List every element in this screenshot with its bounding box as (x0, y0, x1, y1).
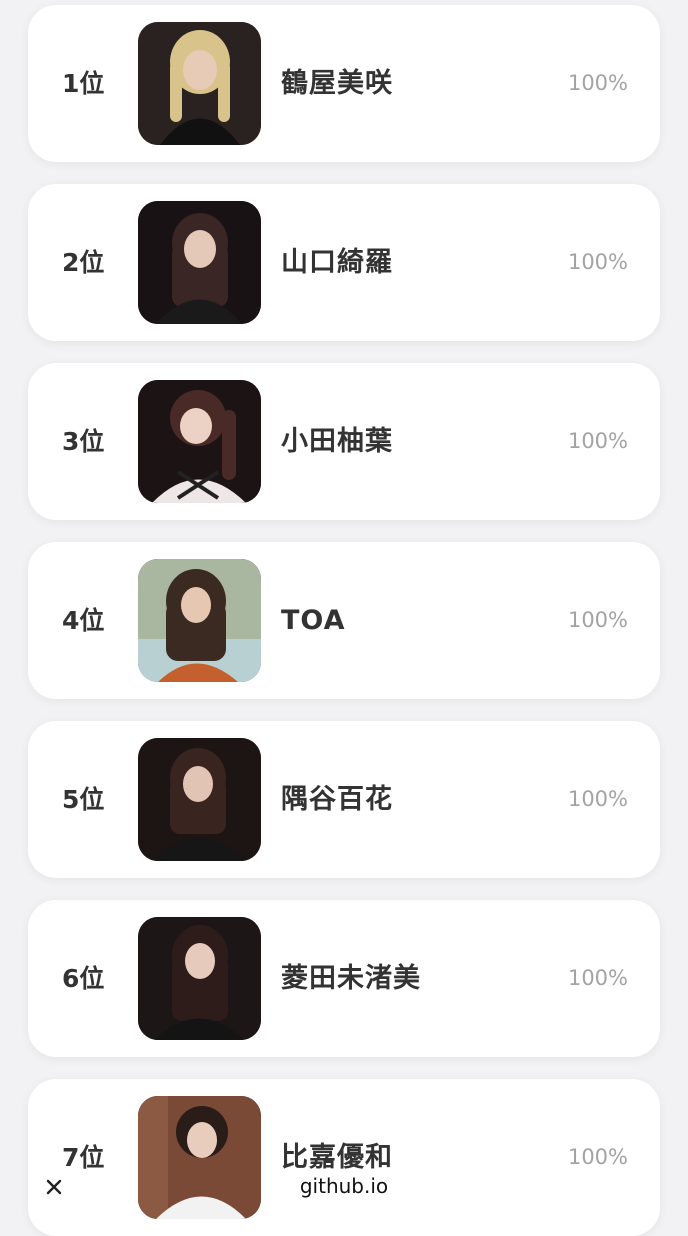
rank-label: 2位 (62, 248, 105, 277)
rank-label: 1位 (62, 69, 105, 98)
member-photo (138, 738, 261, 861)
close-button[interactable] (40, 1172, 68, 1200)
ranking-card-1[interactable]: 1位 鶴屋美咲 100% (28, 5, 660, 162)
ranking-card-2[interactable]: 2位 山口綺羅 100% (28, 184, 660, 341)
url-bar[interactable]: github.io (268, 1170, 420, 1204)
member-photo (138, 917, 261, 1040)
rank-label: 4位 (62, 606, 105, 635)
rank-label: 5位 (62, 785, 105, 814)
vote-percent: 100% (567, 966, 628, 990)
ranking-card-6[interactable]: 6位 菱田未渚美 100% (28, 900, 660, 1057)
vote-percent: 100% (567, 429, 628, 453)
rank-label: 7位 (62, 1143, 105, 1172)
rank-label: 6位 (62, 964, 105, 993)
vote-percent: 100% (567, 787, 628, 811)
member-photo (138, 380, 261, 503)
member-photo (138, 1096, 261, 1219)
member-name: 隅谷百花 (281, 784, 393, 815)
member-photo (138, 201, 261, 324)
member-name: 比嘉優和 (281, 1142, 393, 1173)
ranking-card-3[interactable]: 3位 小田柚葉 100% (28, 363, 660, 520)
vote-percent: 100% (567, 71, 628, 95)
member-name: 山口綺羅 (281, 247, 393, 278)
member-photo (138, 22, 261, 145)
member-photo (138, 559, 261, 682)
browser-bottom-bar: github.io (0, 1170, 688, 1204)
vote-percent: 100% (567, 250, 628, 274)
member-name: 菱田未渚美 (281, 963, 421, 994)
vote-percent: 100% (567, 1145, 628, 1169)
vote-percent: 100% (567, 608, 628, 632)
member-name: TOA (281, 605, 346, 636)
ranking-card-4[interactable]: 4位 TOA 100% (28, 542, 660, 699)
ranking-card-5[interactable]: 5位 隅谷百花 100% (28, 721, 660, 878)
ranking-card-7[interactable]: 7位 比嘉優和 100% (28, 1079, 660, 1236)
rank-label: 3位 (62, 427, 105, 456)
member-name: 鶴屋美咲 (281, 68, 393, 99)
close-icon (46, 1179, 62, 1195)
member-name: 小田柚葉 (281, 426, 393, 457)
